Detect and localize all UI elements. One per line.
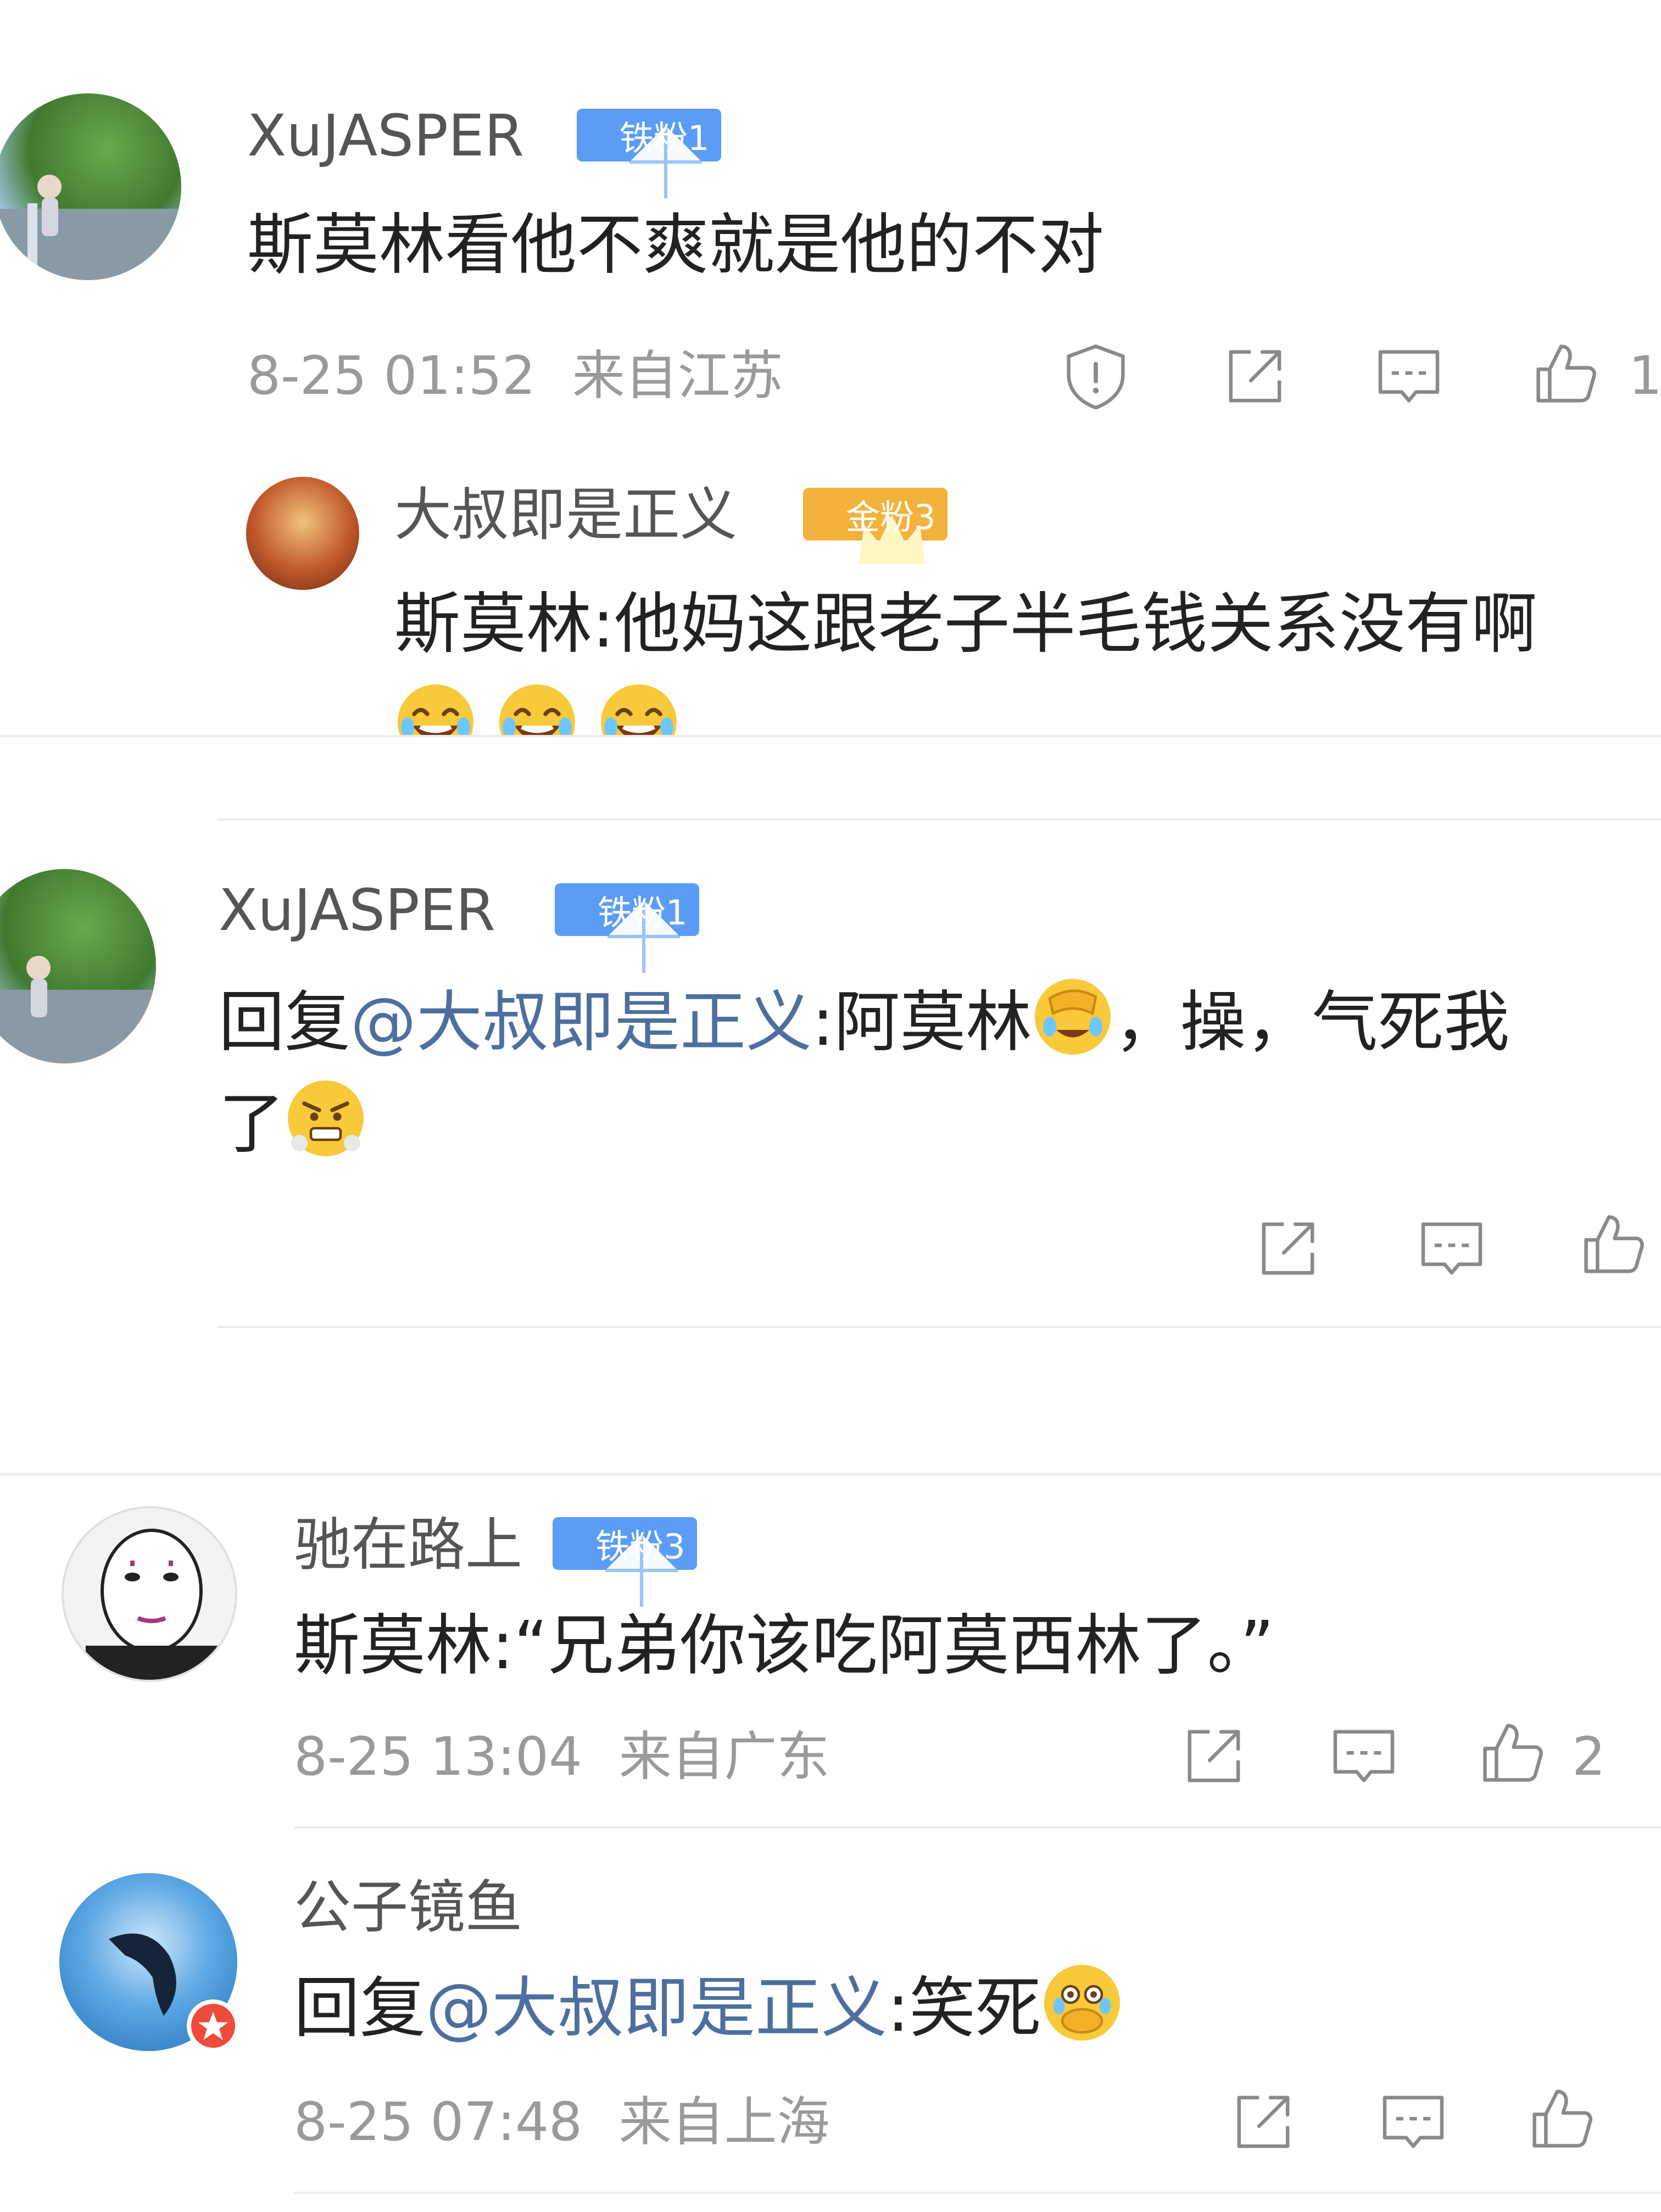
badge-label: 铁粉1 [620,118,710,158]
like-count: 2 [1572,1726,1606,1787]
divider [0,735,1661,737]
verified-icon [187,1999,239,2052]
comment-icon[interactable] [1328,1720,1400,1792]
reply-username[interactable]: 大叔即是正义 [394,486,737,543]
crown-icon [810,500,838,528]
text-part: 了 [219,1086,285,1162]
comment-time: 8-25 01:52 来自江苏 [247,349,783,402]
divider [217,818,1661,821]
avatar[interactable] [0,93,181,280]
comment-time: 8-25 07:48 来自上海 [294,2096,830,2148]
repost-icon[interactable] [1219,341,1291,412]
badge-label: 铁粉1 [598,893,688,933]
avatar[interactable] [0,869,156,1063]
repost-icon[interactable] [1228,2086,1299,2158]
laugh-emoji [598,681,680,736]
laugh-emoji [496,681,578,736]
timestamp: 8-25 13:04 [294,1726,583,1787]
comment-icon[interactable] [1373,341,1445,412]
emoji-row [394,681,724,736]
username[interactable]: XuJASPER [219,882,495,939]
comment-time: 8-25 13:04 来自广东 [294,1730,830,1783]
avatar[interactable] [246,477,359,590]
diamond-icon [559,1529,588,1558]
avatar[interactable] [62,1506,237,1682]
reply-prefix: 回复 [294,1970,426,2047]
fan-badge[interactable]: 铁粉1 [555,883,700,936]
cover-mouth-emoji [1041,1962,1123,2044]
username[interactable]: XuJASPER [247,107,524,164]
timestamp: 8-25 07:48 [294,2091,583,2153]
fan-badge[interactable]: 金粉3 [803,488,948,541]
reply-text: 斯莫林:他妈这跟老子半毛钱关系没有啊 [394,586,1537,662]
fan-badge[interactable]: 铁粉3 [553,1517,698,1570]
divider [294,2192,1661,2194]
comment-icon[interactable] [1378,2086,1449,2158]
like-count: 1 [1629,345,1661,406]
text-part: ，操，气死我 [1114,984,1510,1061]
text-part: :阿莫林 [812,984,1032,1061]
comment-text: 斯莫林看他不爽就是他的不对 [247,207,1104,283]
like-icon[interactable] [1476,1717,1548,1788]
mention-link[interactable]: @大叔即是正义 [426,1970,887,2047]
comment-text-cont: 了 [219,1074,367,1175]
divider [217,1326,1661,1328]
diamond-icon [583,121,612,149]
repost-icon[interactable] [1252,1213,1324,1284]
badge-label: 金粉3 [846,497,936,537]
location: 来自江苏 [572,345,783,406]
mention-link[interactable]: @大叔即是正义 [350,984,812,1061]
reply-prefix: 回复 [219,984,350,1061]
divider [0,1473,1661,1475]
fan-badge[interactable]: 铁粉1 [577,109,722,161]
username[interactable]: 驰在路上 [294,1516,522,1573]
comment-icon[interactable] [1416,1213,1487,1284]
comment-text: 回复@大叔即是正义:笑死 [294,1958,1123,2059]
location: 来自上海 [618,2091,830,2153]
angry-emoji [285,1077,367,1160]
report-icon[interactable] [1060,341,1132,412]
comment-text: 斯莫林:“兄弟你该吃阿莫西林了。” [294,1608,1274,1684]
like-icon[interactable] [1526,2083,1597,2154]
like-icon[interactable] [1578,1208,1649,1280]
laugh-emoji [394,681,477,736]
location: 来自广东 [618,1726,830,1787]
divider [294,1826,1661,1829]
timestamp: 8-25 01:52 [247,345,536,406]
like-icon[interactable] [1530,338,1601,409]
text-part: :笑死 [887,1970,1041,2047]
facepalm-emoji [1032,976,1114,1058]
username[interactable]: 公子镜鱼 [294,1879,522,1936]
badge-label: 铁粉3 [595,1526,685,1567]
repost-icon[interactable] [1178,1720,1250,1792]
diamond-icon [561,895,590,924]
comment-text: 回复@大叔即是正义:阿莫林 ，操，气死我 [219,972,1509,1073]
